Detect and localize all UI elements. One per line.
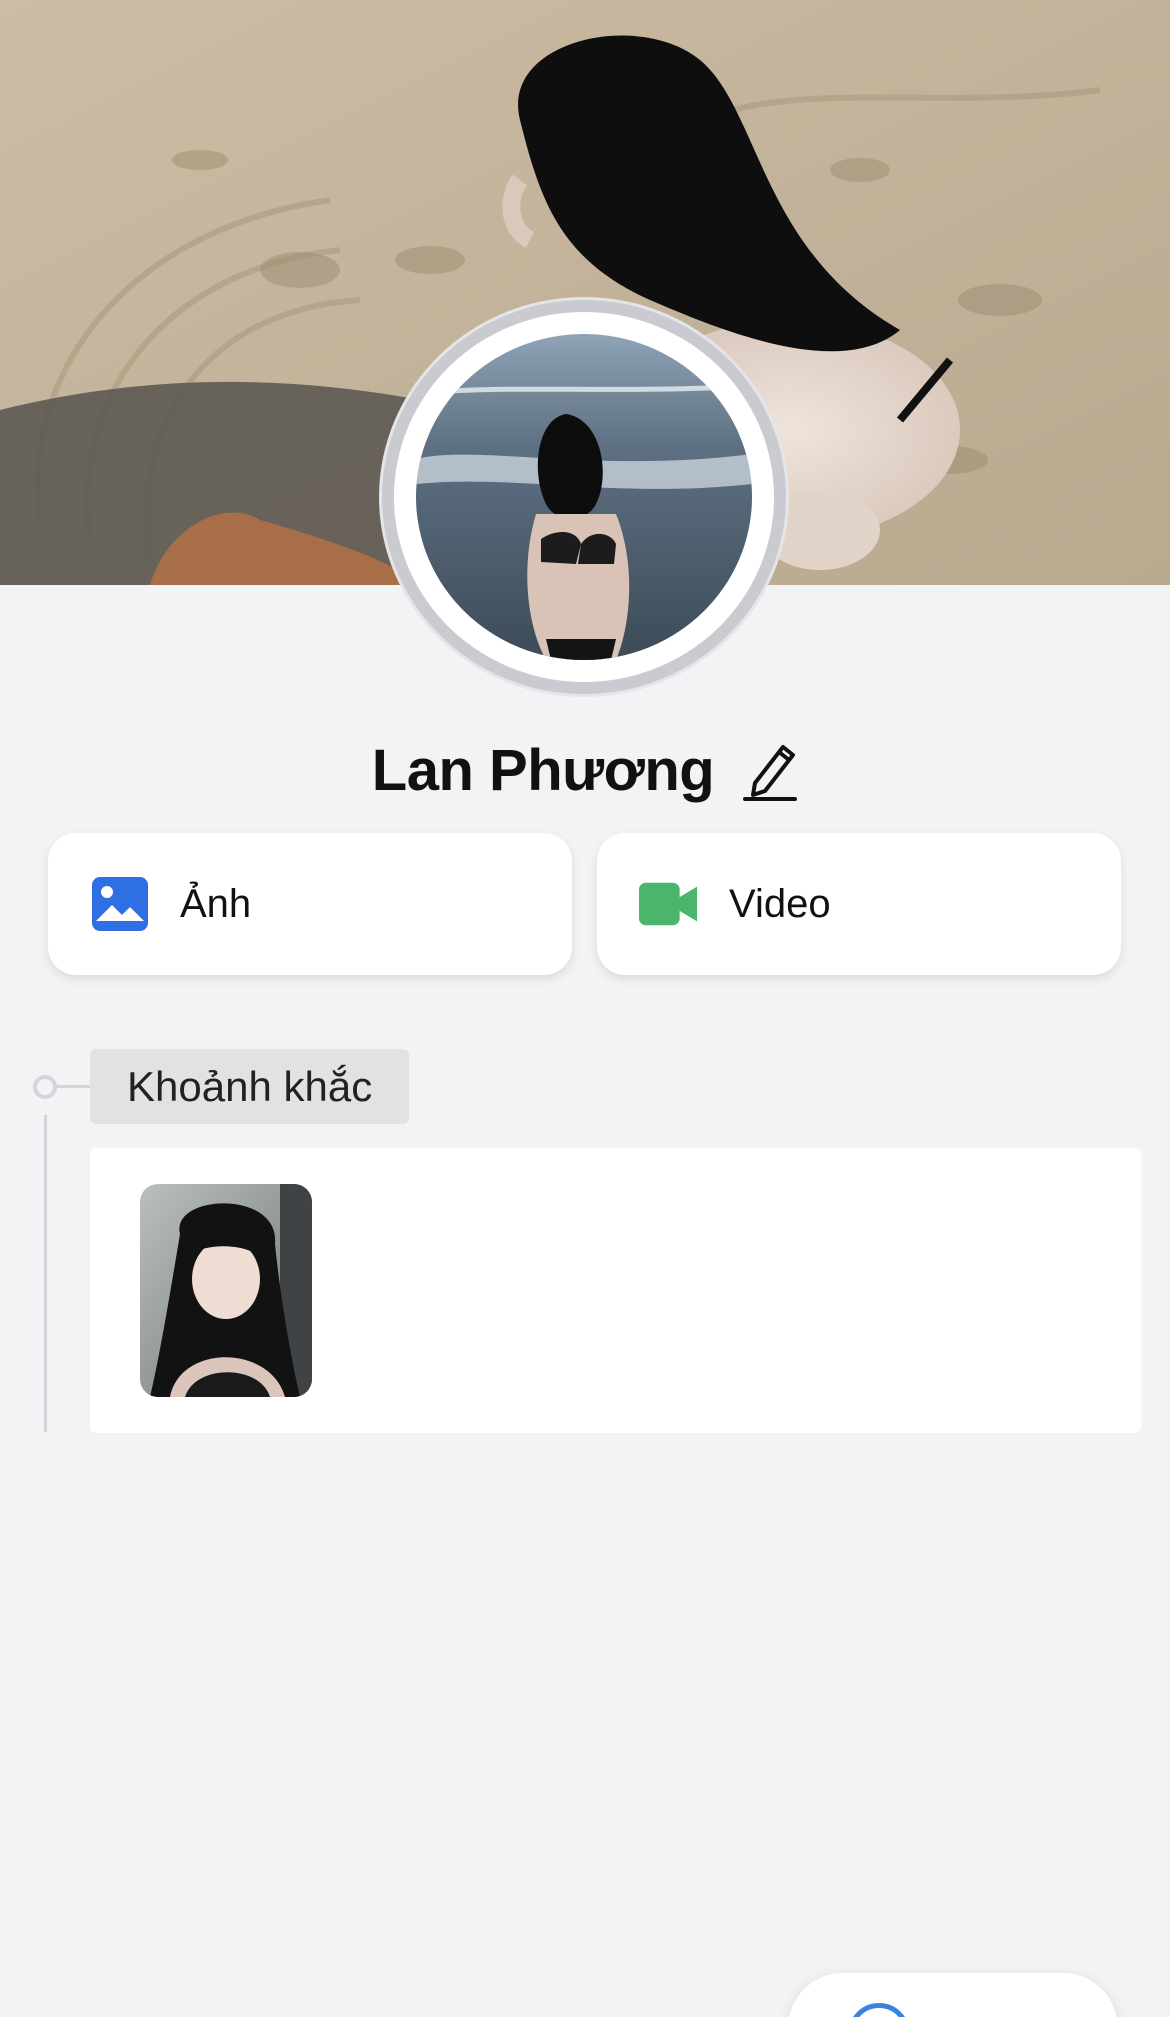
videos-button[interactable]: Video (597, 833, 1121, 975)
moments-card (90, 1148, 1141, 1433)
profile-screen: Lan Phương Ảnh Video Khoảnh khắc (0, 0, 1170, 2017)
timeline-dot (33, 1075, 57, 1099)
image-icon (90, 874, 150, 934)
timeline-connector (57, 1085, 91, 1088)
photos-label: Ảnh (180, 881, 252, 926)
video-camera-icon (639, 874, 699, 934)
videos-label: Video (729, 881, 831, 926)
pencil-icon[interactable] (742, 738, 798, 802)
moment-thumbnail[interactable] (140, 1184, 312, 1397)
profile-avatar[interactable] (382, 300, 786, 694)
avatar-photo (416, 334, 752, 660)
profile-name: Lan Phương (371, 737, 715, 803)
profile-name-row: Lan Phương (0, 735, 1170, 805)
floating-action-button[interactable] (788, 1973, 1118, 2017)
circle-icon (848, 2003, 910, 2017)
photos-button[interactable]: Ảnh (48, 833, 572, 975)
moments-section-title: Khoảnh khắc (90, 1049, 410, 1124)
timeline-line (44, 1115, 47, 1432)
